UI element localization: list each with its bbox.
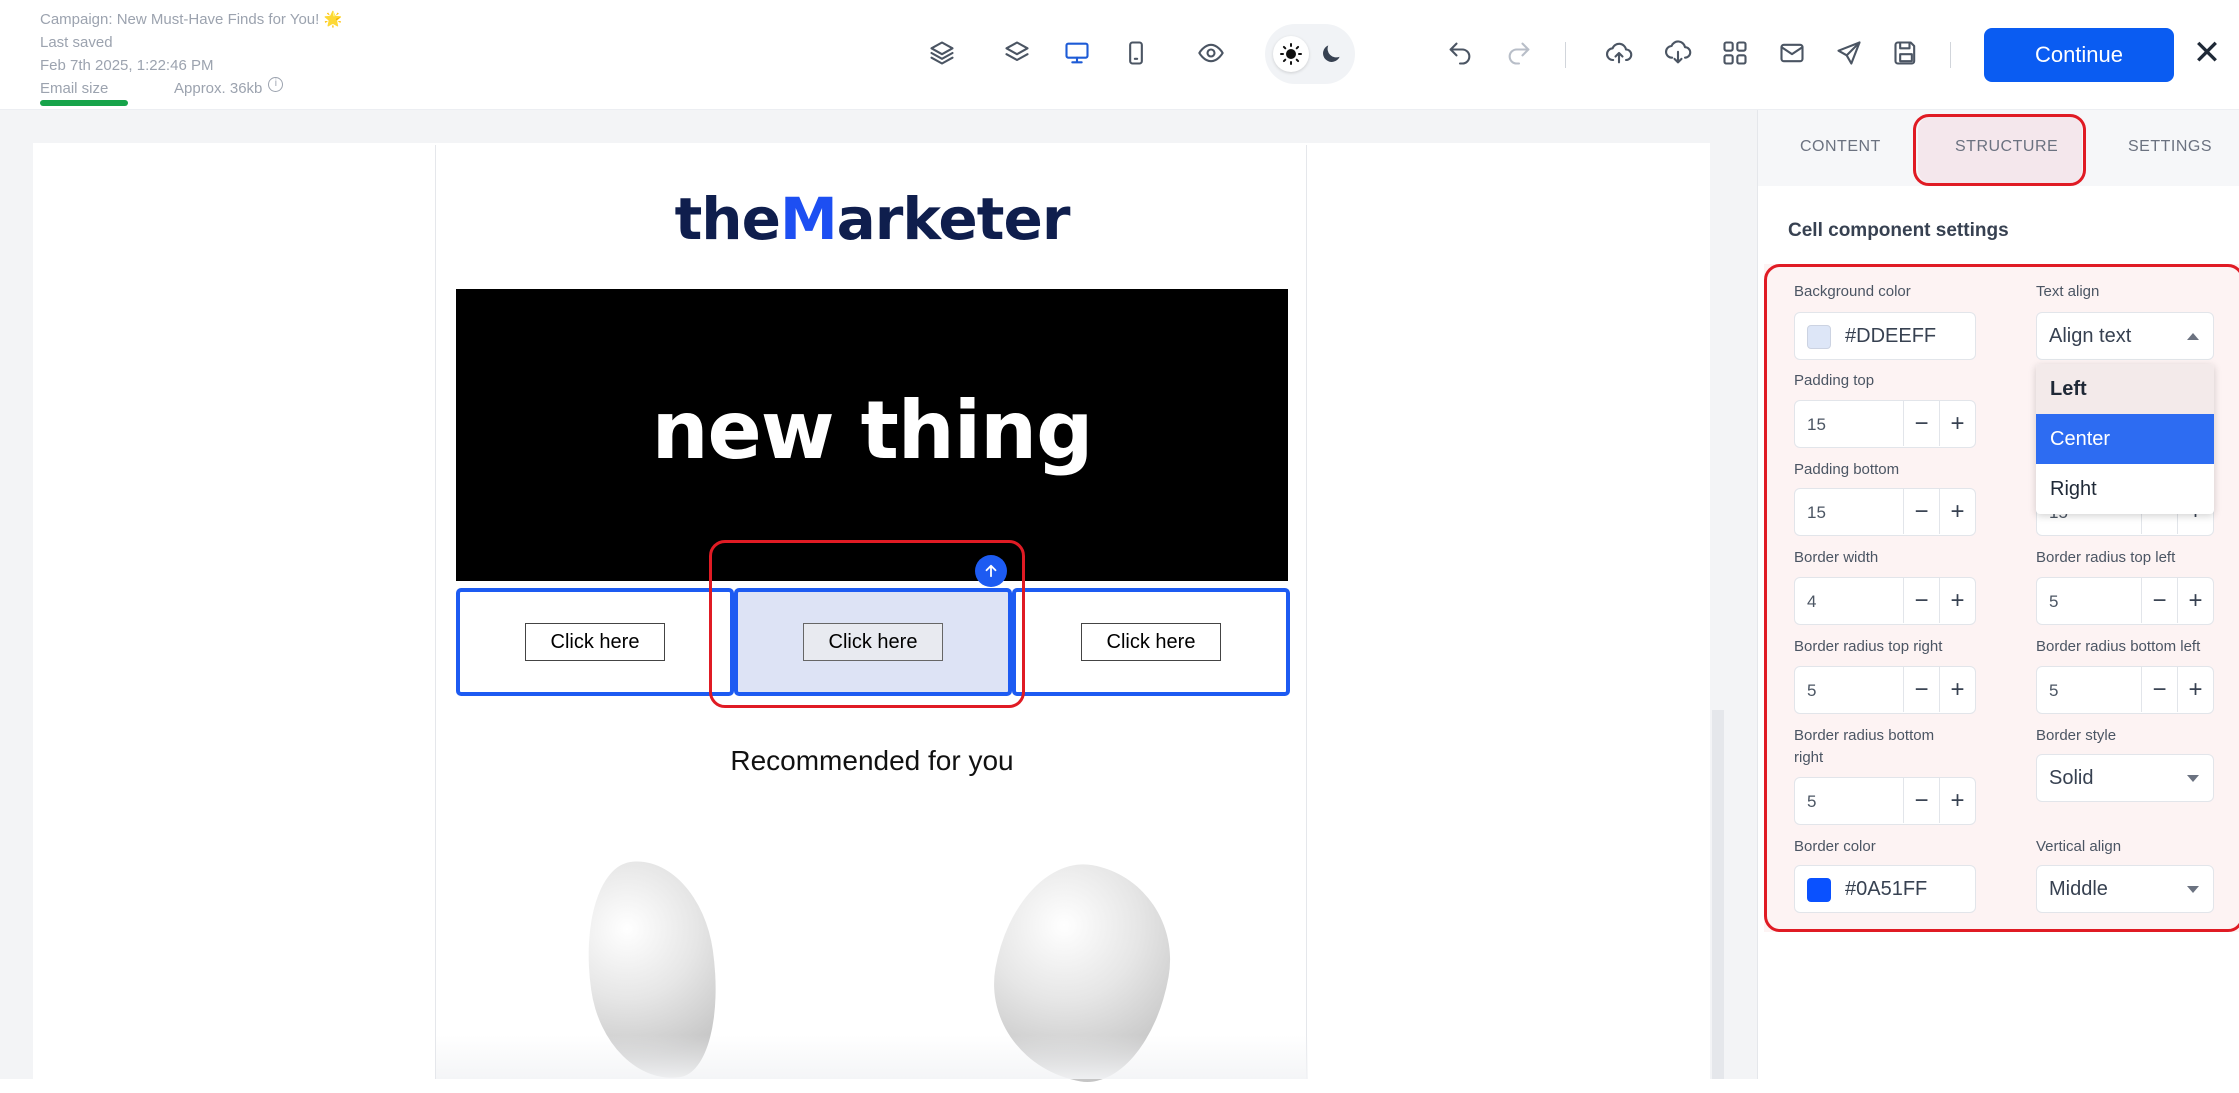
- theme-toggle[interactable]: [1265, 24, 1355, 84]
- panel-title: Cell component settings: [1788, 220, 2009, 241]
- logo-text-m: M: [779, 185, 838, 253]
- tab-settings[interactable]: SETTINGS: [2128, 138, 2212, 156]
- tab-content[interactable]: CONTENT: [1800, 138, 1881, 156]
- close-icon[interactable]: ✕: [2190, 36, 2224, 70]
- campaign-meta: Campaign: New Must-Have Finds for You! 🌟…: [40, 8, 343, 106]
- campaign-name: Campaign: New Must-Have Finds for You! 🌟: [40, 11, 343, 28]
- cell-left[interactable]: Click here: [456, 588, 734, 696]
- settings-highlight: [1764, 264, 2239, 932]
- upload-icon[interactable]: [1602, 36, 1636, 70]
- editor-canvas: theMarketer new thing Click here Click h…: [0, 110, 1757, 1093]
- sun-icon[interactable]: [1273, 36, 1309, 72]
- click-here-button[interactable]: Click here: [525, 623, 665, 661]
- last-saved-timestamp: Feb 7th 2025, 1:22:46 PM: [40, 57, 214, 74]
- arrow-up-icon[interactable]: [975, 555, 1007, 587]
- recommended-title: Recommended for you: [730, 745, 1014, 776]
- email-size-bar: [40, 100, 128, 106]
- info-icon[interactable]: i: [268, 77, 284, 92]
- panel-tabs: CONTENT STRUCTURE SETTINGS: [1758, 110, 2239, 186]
- last-saved-label: Last saved: [40, 34, 113, 51]
- continue-button[interactable]: Continue: [1984, 28, 2174, 82]
- toolbar-divider: [1950, 42, 1951, 68]
- mobile-icon[interactable]: [1119, 36, 1153, 70]
- email-preview: theMarketer new thing Click here Click h…: [435, 145, 1308, 1093]
- logo-text-arketer: arketer: [836, 185, 1071, 253]
- email-size-row: Email size Approx. 36kb i: [40, 77, 342, 100]
- desktop-icon[interactable]: [1060, 36, 1094, 70]
- top-bar: Campaign: New Must-Have Finds for You! 🌟…: [0, 0, 2239, 110]
- layers-stack-icon[interactable]: [925, 36, 959, 70]
- undo-icon[interactable]: [1443, 36, 1477, 70]
- hero-text: new thing: [651, 383, 1094, 477]
- approx-size: Approx. 36kb: [174, 80, 263, 97]
- save-icon[interactable]: [1889, 36, 1923, 70]
- email-size-label: Email size: [40, 80, 109, 97]
- tab-highlight: [1913, 114, 2086, 186]
- cell-right[interactable]: Click here: [1012, 588, 1290, 696]
- canvas-scrollbar[interactable]: [1712, 710, 1724, 1079]
- brand-logo[interactable]: theMarketer: [436, 185, 1308, 253]
- send-icon[interactable]: [1832, 36, 1866, 70]
- bottom-fade: [436, 1035, 1308, 1079]
- hero-banner[interactable]: new thing: [456, 289, 1288, 581]
- layers-icon[interactable]: [1000, 36, 1034, 70]
- mail-icon[interactable]: [1775, 36, 1809, 70]
- click-here-button[interactable]: Click here: [1081, 623, 1221, 661]
- grid-icon[interactable]: [1718, 36, 1752, 70]
- moon-icon[interactable]: [1315, 38, 1347, 70]
- toolbar-divider: [1565, 42, 1566, 68]
- settings-panel: CONTENT STRUCTURE SETTINGS Cell componen…: [1757, 110, 2239, 1079]
- preview-eye-icon[interactable]: [1194, 36, 1228, 70]
- redo-icon[interactable]: [1502, 36, 1536, 70]
- logo-text-the: the: [674, 185, 781, 253]
- download-icon[interactable]: [1661, 36, 1695, 70]
